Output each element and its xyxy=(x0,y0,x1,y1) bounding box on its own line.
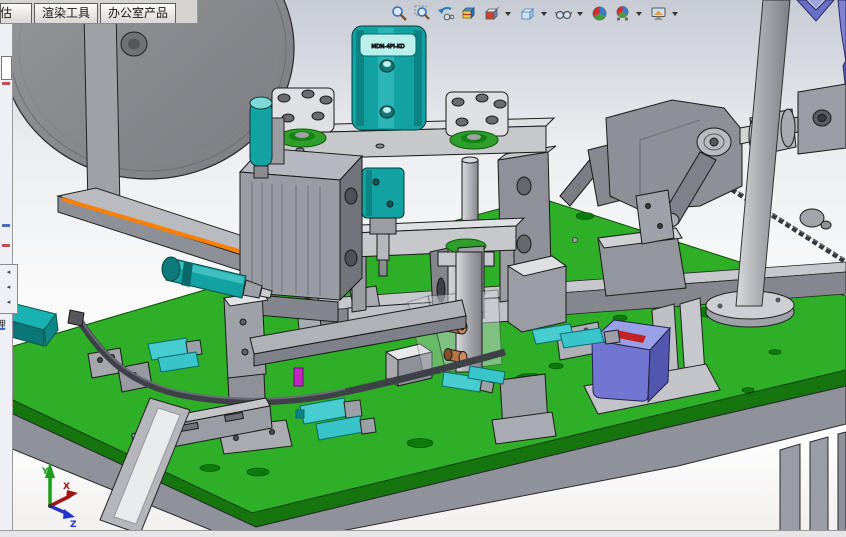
magenta-part[interactable] xyxy=(293,367,304,387)
panel-marker xyxy=(0,328,5,330)
panel-expand-handle[interactable]: ◂ ◂ ◂ xyxy=(0,264,18,314)
tab-office-products[interactable]: 办公室产品 xyxy=(100,3,177,23)
zoom-to-fit-icon[interactable] xyxy=(390,4,409,23)
pneumatic-cylinder-top[interactable]: MDN-4PI-KD xyxy=(351,25,427,131)
panel-field-fragment xyxy=(1,56,12,80)
hide-show-items-icon[interactable] xyxy=(554,4,573,23)
apply-scene-dropdown[interactable] xyxy=(636,11,642,16)
window-bottom-edge xyxy=(0,530,846,537)
panel-icon-fragment xyxy=(2,82,10,85)
triad-y-label: Y xyxy=(41,467,49,477)
hide-show-items-dropdown[interactable] xyxy=(577,11,583,16)
viewport-3d-scene[interactable]: MDN-4PI-KD Y X Z xyxy=(0,0,846,537)
heads-up-view-toolbar xyxy=(390,3,685,24)
cylinder-label-text: MDN-4PI-KD xyxy=(371,44,404,50)
solidworks-window: MDN-4PI-KD Y X Z 估 渲染工具 办公室产品 ◂ ◂ ◂ 理 xyxy=(0,0,846,537)
triad-x-label: X xyxy=(63,482,70,492)
green-spring-ring[interactable] xyxy=(277,128,327,148)
section-view-icon[interactable] xyxy=(459,4,478,23)
table-leg[interactable] xyxy=(837,431,846,537)
tab-evaluate[interactable]: 评估 xyxy=(0,3,32,23)
panel-icon-fragment xyxy=(2,244,10,247)
apply-scene-icon[interactable] xyxy=(613,4,632,23)
edit-appearance-icon[interactable] xyxy=(590,4,609,23)
collapse-arrow-icon: ◂ xyxy=(6,298,11,306)
collapse-arrow-icon: ◂ xyxy=(6,283,11,291)
green-spring-ring[interactable] xyxy=(449,130,499,150)
bearing-block[interactable] xyxy=(445,91,509,137)
display-style-dropdown[interactable] xyxy=(541,11,547,16)
triad-z-label: Z xyxy=(70,520,77,530)
command-manager-tabbar: 评估 渲染工具 办公室产品 xyxy=(0,0,198,24)
view-settings-dropdown[interactable] xyxy=(672,11,678,16)
pneumatic-cylinder-mid[interactable] xyxy=(361,167,405,219)
view-orientation-dropdown[interactable] xyxy=(505,11,511,16)
display-style-icon[interactable] xyxy=(518,4,537,23)
view-settings-icon[interactable] xyxy=(649,4,668,23)
feature-manager-collapsed-panel[interactable]: ◂ ◂ ◂ 理 xyxy=(0,24,18,531)
table-leg[interactable] xyxy=(809,436,829,537)
panel-icon-fragment xyxy=(2,224,10,227)
zoom-to-area-icon[interactable] xyxy=(413,4,432,23)
view-orientation-icon[interactable] xyxy=(482,4,501,23)
collapse-arrow-icon: ◂ xyxy=(6,268,11,276)
previous-view-icon[interactable] xyxy=(436,4,455,23)
table-leg[interactable] xyxy=(779,443,801,537)
tab-render-tools[interactable]: 渲染工具 xyxy=(34,3,99,23)
